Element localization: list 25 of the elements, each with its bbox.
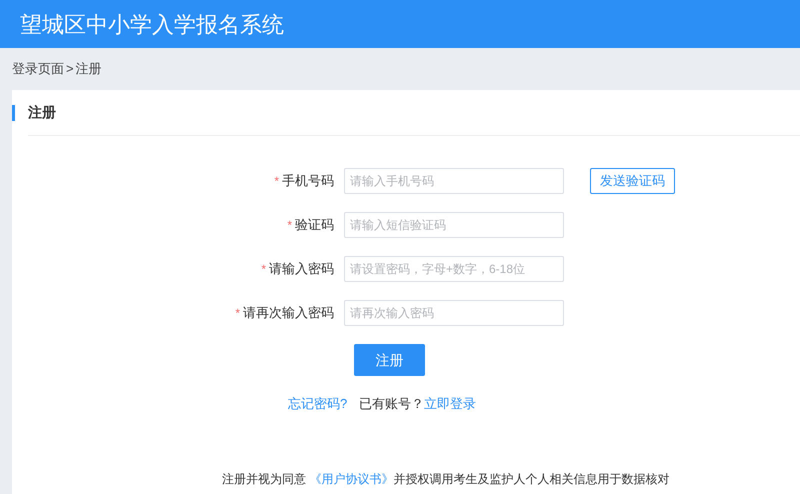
required-mark: * xyxy=(235,305,240,322)
app-title: 望城区中小学入学报名系统 xyxy=(20,10,284,38)
field-label: 请输入密码 xyxy=(269,260,334,278)
required-mark: * xyxy=(261,261,266,278)
user-agreement-link[interactable]: 《用户协议书》 xyxy=(309,472,394,486)
forgot-password-link[interactable]: 忘记密码? xyxy=(288,394,348,414)
required-mark: * xyxy=(287,217,292,234)
login-link[interactable]: 立即登录 xyxy=(424,394,476,414)
field-label: 验证码 xyxy=(295,216,334,234)
breadcrumb-item: 注册 xyxy=(76,60,102,78)
send-code-button[interactable]: 发送验证码 xyxy=(590,168,675,194)
input-field[interactable]: 请输入短信验证码 xyxy=(344,212,564,238)
field-label: 手机号码 xyxy=(282,172,334,190)
input-field[interactable]: 请再次输入密码 xyxy=(344,300,564,326)
breadcrumb-separator: > xyxy=(66,60,74,78)
input-field[interactable]: 请设置密码，字母+数字，6-18位 xyxy=(344,256,564,282)
required-mark: * xyxy=(274,173,279,190)
agreement-text: 注册并视为同意 《用户协议书》并授权调用考生及监护人个人相关信息用于数据核对 xyxy=(222,470,670,488)
register-button[interactable]: 注册 xyxy=(354,344,425,376)
card-title: 注册 xyxy=(28,103,56,122)
title-accent-bar xyxy=(12,104,15,120)
account-prompt: 已有账号？ xyxy=(359,395,424,413)
field-label: 请再次输入密码 xyxy=(243,304,334,322)
input-field[interactable]: 请输入手机号码 xyxy=(344,168,564,194)
breadcrumb-item[interactable]: 登录页面 xyxy=(12,59,64,79)
